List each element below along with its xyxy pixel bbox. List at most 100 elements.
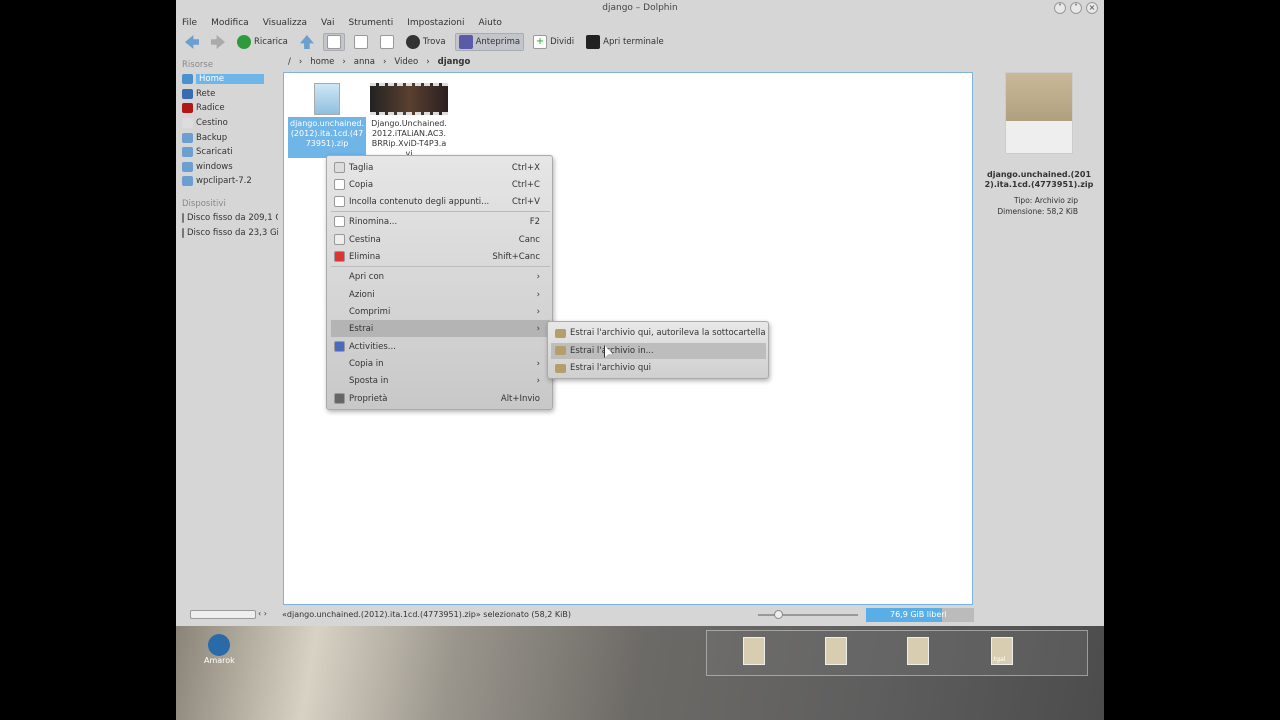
video-thumbnail [370,83,448,115]
zip-file-icon[interactable] [825,637,847,665]
maximize-button[interactable]: ˄ [1070,2,1082,14]
menu-item-taglia[interactable]: Taglia Ctrl+X [331,159,550,176]
sidebar-item-rete[interactable]: Rete [180,87,278,102]
terminal-button[interactable]: Apri terminale [583,34,667,50]
file-item-zip[interactable]: django.unchained.(2012).ita.1cd.(4773951… [288,83,366,158]
chevron-right-icon: › [536,271,540,282]
up-button[interactable] [297,34,317,50]
zip-file-icon[interactable] [907,637,929,665]
forward-arrow-icon [211,35,225,49]
submenu-item-0[interactable]: Estrai l'archivio qui, autorileva la sot… [551,325,766,341]
folder-icon [182,88,193,99]
menu-item-comprimi[interactable]: Comprimi › [331,303,550,320]
icons-view-icon [326,35,341,49]
window-title: django – Dolphin [602,3,678,13]
places-panel: Risorse Home Rete Radice Cestino Backup Scari… [180,56,278,606]
zoom-slider[interactable] [758,610,858,619]
file-item-avi[interactable]: Django.Unchained.2012.iTALiAN.AC3.BRRip.… [370,83,448,158]
menu-item-elimina[interactable]: Elimina Shift+Canc [331,248,550,265]
free-space-text: 76,9 GiB liberi [890,610,947,619]
shortcut: Shift+Canc [492,251,540,262]
breadcrumb-home[interactable]: home [310,57,334,67]
preview-button[interactable]: Anteprima [454,33,525,51]
shortcut: Ctrl+V [511,196,540,207]
menu-strumenti[interactable]: Strumenti [349,18,394,28]
menu-aiuto[interactable]: Aiuto [479,18,502,28]
folder-icon [182,147,193,158]
sidebar-item-backup[interactable]: Backup [180,130,278,145]
menu-item-azioni[interactable]: Azioni › [331,286,550,303]
menu-item-cestina[interactable]: Cestina Canc [331,231,550,248]
back-button[interactable] [182,34,202,50]
amarok-launcher[interactable]: Amarok [204,634,235,665]
scissors-icon [334,162,345,173]
sidebar-item-radice[interactable]: Radice [180,101,278,116]
sidebar-device-0[interactable]: Disco fisso da 209,1 GiB [180,211,278,226]
menu-item-sposta-in[interactable]: Sposta in › [331,372,550,389]
zip-file-icon[interactable]: .tgal [991,637,1013,665]
folder-icon [182,118,193,129]
terminal-icon [586,35,601,49]
menu-item-copia-in[interactable]: Copia in › [331,355,550,372]
shortcut: Alt+Invio [500,393,540,404]
breadcrumb-video[interactable]: Video [394,57,418,67]
submenu-item-1[interactable]: Estrai l'archivio in... [551,342,766,359]
archive-icon [555,328,566,338]
breadcrumb-anna[interactable]: anna [354,57,375,67]
split-button[interactable]: + Dividi [530,34,577,50]
close-button[interactable]: × [1086,2,1098,14]
title-bar: django – Dolphin ˅ ˄ × [176,0,1104,17]
shortcut: Canc [518,234,540,245]
archive-icon [555,363,566,373]
information-panel: django.unchained.(2012).ita.1cd.(4773951… [976,60,1102,606]
find-button[interactable]: Trova [403,34,449,50]
sidebar-item-home[interactable]: Home [180,72,278,87]
menu-impostazioni[interactable]: Impostazioni [407,18,464,28]
menu-item-estrai[interactable]: Estrai › [331,320,550,337]
sidebar-item-cestino[interactable]: Cestino [180,116,278,131]
breadcrumb-django[interactable]: django [438,57,471,67]
details-view-button[interactable] [351,34,371,50]
menu-vai[interactable]: Vai [321,18,334,28]
columns-view-icon [379,35,394,49]
chevron-right-icon: › [536,306,540,317]
menu-item-activities[interactable]: Activities... [331,338,550,355]
submenu-item-2[interactable]: Estrai l'archivio qui [551,360,766,376]
menu-item-rinomina[interactable]: Rinomina... F2 [331,213,550,230]
menu-modifica[interactable]: Modifica [211,18,249,28]
menu-item-copia[interactable]: Copia Ctrl+C [331,176,550,193]
split-icon: + [533,35,548,49]
archive-icon [555,346,566,355]
places-header: Risorse [182,60,214,70]
sidebar-item-windows[interactable]: windows [180,160,278,175]
breadcrumb-root[interactable]: / [288,57,291,67]
dolphin-window: django – Dolphin ˅ ˄ × File Modifica Visua… [176,0,1104,626]
reload-button[interactable]: Ricarica [234,34,291,50]
sidebar-item-scaricati[interactable]: Scaricati [180,145,278,160]
scroll-arrows[interactable]: ‹ › [258,609,267,618]
preview-icon [458,35,473,49]
menu-file[interactable]: File [182,18,197,28]
properties-icon [334,393,345,404]
zip-file-icon[interactable] [743,637,765,665]
context-menu: Taglia Ctrl+X Copia Ctrl+C Incolla contenuto… [326,155,553,410]
columns-view-button[interactable] [377,34,397,50]
binoculars-icon [405,35,420,49]
menu-item-incolla-contenuto-degli-appunti[interactable]: Incolla contenuto degli appunti... Ctrl+V [331,193,550,210]
menu-item-propriet[interactable]: Proprietà Alt+Invio [331,390,550,407]
sidebar-device-1[interactable]: Disco fisso da 23,3 GiB [180,225,278,240]
shortcut: Ctrl+C [511,179,540,190]
icons-view-button[interactable] [322,33,345,51]
menubar: File Modifica Visualizza Vai Strumenti I… [182,18,502,28]
menu-item-apri-con[interactable]: Apri con › [331,268,550,285]
menu-visualizza[interactable]: Visualizza [263,18,307,28]
delete-icon [334,251,345,262]
minimize-button[interactable]: ˅ [1054,2,1066,14]
chevron-right-icon: › [536,289,540,300]
forward-button[interactable] [208,34,228,50]
hard-disk-icon [182,227,184,238]
folder-icon [182,103,193,114]
back-arrow-icon [185,35,199,49]
sidebar-scrollbar[interactable] [190,610,256,619]
sidebar-item-wpclipart-7-2[interactable]: wpclipart-7.2 [180,174,278,189]
